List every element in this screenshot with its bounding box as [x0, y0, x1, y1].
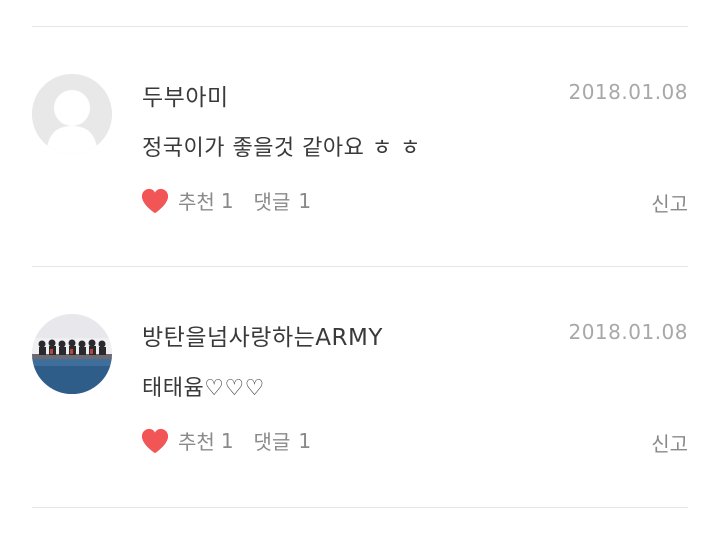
report-button[interactable]: 신고: [651, 428, 688, 457]
reply-button[interactable]: 댓글: [254, 186, 291, 215]
avatar[interactable]: [32, 314, 112, 394]
like-label[interactable]: 추천: [178, 186, 215, 215]
default-user-icon: [32, 74, 112, 154]
reply-count: 1: [298, 428, 312, 453]
heart-icon[interactable]: [140, 427, 170, 455]
reply-button[interactable]: 댓글: [254, 426, 291, 455]
comment-date: 2018.01.08: [568, 320, 688, 344]
comment-actions: 추천 1 댓글 1: [140, 426, 311, 455]
comment-text: 태태윰♡♡♡: [142, 376, 265, 401]
author-name[interactable]: 두부아미: [142, 78, 229, 112]
divider: [32, 507, 688, 508]
comment-actions: 추천 1 댓글 1: [140, 186, 311, 215]
group-photo: [32, 314, 112, 394]
reply-count: 1: [298, 188, 312, 213]
like-count: 1: [220, 188, 234, 213]
report-button[interactable]: 신고: [651, 188, 688, 217]
comment-item: 방탄을넘사랑하는ARMY 2018.01.08 태태윰♡♡♡ 추천 1 댓글 1…: [32, 266, 688, 506]
comment-text: 정국이가 좋을것 같아요 ㅎ ㅎ: [142, 136, 421, 161]
like-count: 1: [220, 428, 234, 453]
comment-date: 2018.01.08: [568, 80, 688, 104]
heart-icon[interactable]: [140, 187, 170, 215]
comment-item: 두부아미 2018.01.08 정국이가 좋을것 같아요 ㅎ ㅎ 추천 1 댓글…: [32, 26, 688, 266]
avatar[interactable]: [32, 74, 112, 154]
like-label[interactable]: 추천: [178, 426, 215, 455]
author-name[interactable]: 방탄을넘사랑하는ARMY: [142, 318, 383, 352]
